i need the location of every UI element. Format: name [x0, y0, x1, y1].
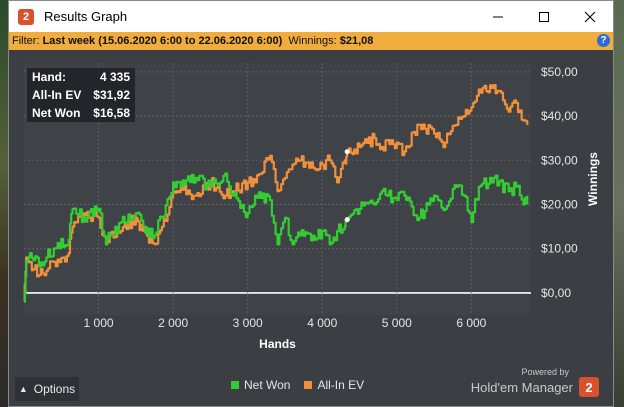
y-axis-title: Winnings — [586, 152, 600, 206]
maximize-icon — [539, 11, 549, 22]
x-tick-label: 1 000 — [84, 316, 114, 330]
stat-net-won-value: $16,58 — [93, 106, 130, 120]
stat-hand-value: 4 335 — [99, 70, 130, 84]
brand-name: Hold'em Manager — [470, 379, 573, 395]
legend-label-all-in-ev: All-In EV — [317, 378, 365, 392]
stat-all-in-ev-label: All-In EV — [32, 88, 82, 102]
app-logo-icon: 2 — [18, 8, 34, 25]
minimize-button[interactable] — [475, 1, 521, 32]
maximize-button[interactable] — [521, 1, 567, 32]
legend-swatch-net-won — [231, 381, 239, 389]
x-axis-title: Hands — [259, 337, 296, 351]
minimize-icon — [493, 16, 503, 17]
close-icon — [584, 11, 596, 22]
y-tick-label: $30,00 — [541, 153, 578, 167]
y-tick-label: $50,00 — [541, 65, 578, 79]
stat-all-in-ev: All-In EV $31,92 — [27, 86, 135, 104]
stat-net-won-label: Net Won — [32, 106, 81, 120]
title-bar[interactable]: 2 Results Graph — [9, 1, 613, 32]
chevron-up-icon: ▲ — [18, 384, 28, 394]
x-tick-label: 4 000 — [307, 316, 337, 330]
options-button[interactable]: ▲ Options — [15, 377, 79, 401]
legend-item-all-in-ev[interactable]: All-In EV — [304, 378, 364, 392]
window-controls — [475, 1, 613, 32]
help-icon[interactable]: ? — [597, 34, 610, 47]
winnings-value: $21,08 — [339, 35, 374, 47]
stat-net-won: Net Won $16,58 — [27, 104, 135, 122]
y-tick-label: $40,00 — [541, 109, 578, 123]
brand-logo: Powered by Hold'em Manager 2 — [471, 367, 599, 397]
y-tick-label: $0,00 — [541, 286, 571, 300]
chart-legend: Net Won All-In EV — [231, 378, 378, 392]
y-tick-label: $20,00 — [541, 197, 578, 211]
powered-by-text: Powered by — [521, 367, 569, 377]
legend-label-net-won: Net Won — [244, 378, 291, 392]
stat-hand-label: Hand: — [32, 70, 66, 84]
winnings-label: Winnings: — [288, 35, 337, 47]
close-button[interactable] — [567, 1, 613, 32]
y-tick-label: $10,00 — [541, 242, 578, 256]
stat-hand: Hand: 4 335 — [27, 68, 135, 86]
options-label: Options — [33, 382, 76, 396]
x-tick-label: 5 000 — [382, 316, 412, 330]
filter-label: Filter: — [12, 35, 40, 47]
window-title: Results Graph — [44, 9, 128, 24]
hm2-badge-icon: 2 — [579, 377, 599, 397]
filter-bar[interactable]: Filter: Last week (15.06.2020 6:00 to 22… — [9, 32, 613, 50]
x-tick-label: 2 000 — [158, 316, 188, 330]
x-tick-label: 6 000 — [456, 316, 486, 330]
x-tick-label: 3 000 — [233, 316, 263, 330]
legend-item-net-won[interactable]: Net Won — [231, 378, 290, 392]
results-graph-window: 2 Results Graph Filter: Last week (15.06… — [8, 0, 614, 407]
legend-swatch-all-in-ev — [304, 381, 313, 389]
stat-all-in-ev-value: $31,92 — [93, 88, 130, 102]
hover-stats-box: Hand: 4 335 All-In EV $31,92 Net Won $16… — [27, 68, 135, 122]
hover-marker — [344, 149, 350, 155]
hover-marker — [344, 217, 350, 223]
filter-range: Last week (15.06.2020 6:00 to 22.06.2020… — [42, 35, 283, 47]
